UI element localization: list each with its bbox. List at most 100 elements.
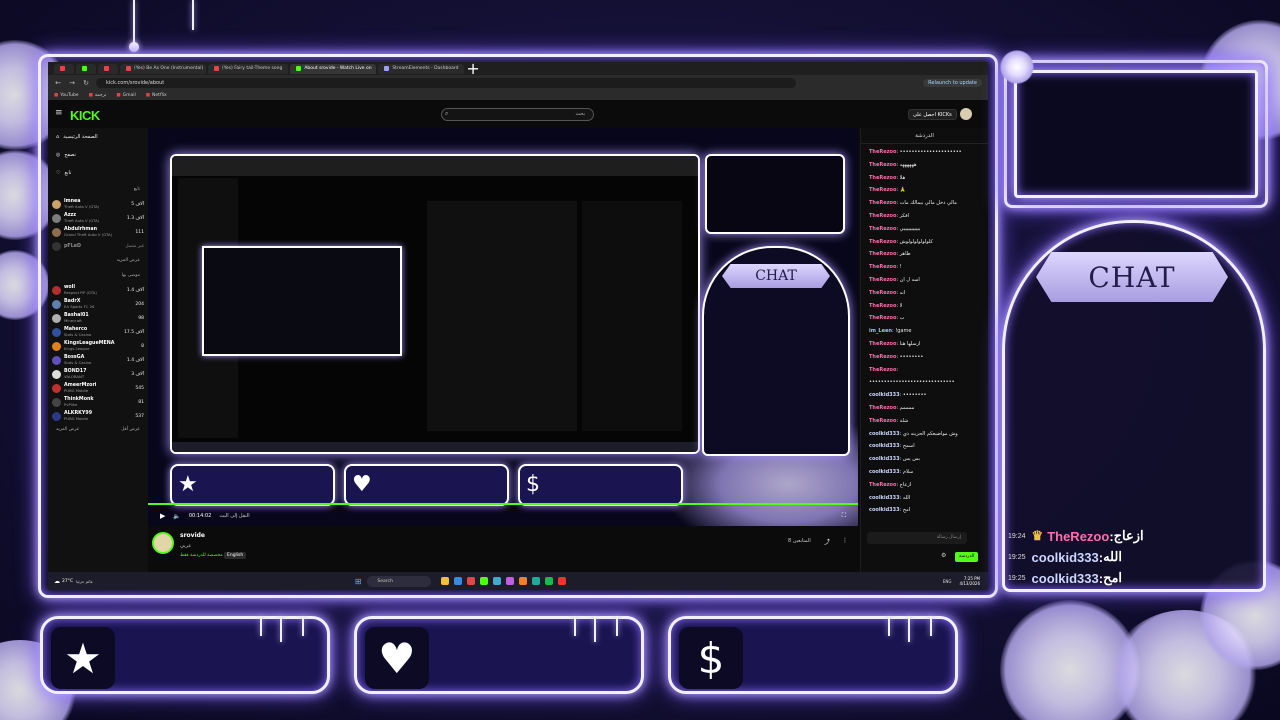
chat-username[interactable]: TheRezoo [869,418,896,424]
bookmark-item[interactable]: ■ YouTube [54,93,79,98]
start-icon[interactable]: ⊞ [355,577,362,586]
back-icon[interactable]: ← [54,79,62,87]
chat-username[interactable]: im_Leen [869,328,892,334]
chat-username[interactable]: TheRezoo [869,341,896,347]
channel-item[interactable]: BOND17 VALORANT 3 آلاف [48,367,148,381]
browser-tab[interactable] [98,63,118,74]
forward-icon[interactable]: → [68,79,76,87]
channel-item[interactable]: lmnea Theft Auto V (GTA) 5 آلاف [48,197,148,211]
taskbar-app-icon[interactable] [467,577,476,585]
taskbar-app-icon[interactable] [558,577,567,585]
chat-username[interactable]: TheRezoo [869,213,896,219]
lang-indicator[interactable]: ENG [943,579,952,584]
user-avatar[interactable] [960,108,972,120]
chat-username[interactable]: TheRezoo [869,303,896,309]
progress-bar[interactable] [148,503,858,505]
channel-item[interactable]: Azzz Theft Auto V (GTA) 1.3 آلاف [48,211,148,225]
chat-username[interactable]: TheRezoo [869,405,896,411]
relaunch-button[interactable]: Relaunch to update [923,78,982,87]
search-input[interactable]: بحث [441,108,594,121]
chat-username[interactable]: TheRezoo [869,354,896,360]
show-more-link[interactable]: عرض المزيد [48,253,148,268]
reload-icon[interactable]: ↻ [82,79,90,87]
settings-icon[interactable]: ⚙ [941,552,946,559]
bookmark-item[interactable]: ■ Netflix [146,93,167,98]
taskbar-app-icon[interactable] [532,577,541,585]
sidebar-item[interactable]: تصفح ◎ [48,146,148,164]
fullscreen-icon[interactable]: ⛶ [842,512,846,520]
chat-username[interactable]: TheRezoo [869,149,896,155]
video-player[interactable]: CHAT ★ ♥ $ [148,128,858,526]
sidebar-item[interactable]: الصفحة الرئيسية ⌂ [48,128,148,146]
channel-item[interactable]: BadrX EA Sports FC 26 204 [48,297,148,311]
taskbar-app-icon[interactable] [493,577,502,585]
streamer-name[interactable]: srovide [180,532,205,539]
chat-username[interactable]: coolkid333 [869,443,900,449]
browser-tab[interactable] [54,63,74,74]
chat-username[interactable]: TheRezoo [869,200,896,206]
channel-item[interactable]: Maherco Slots & Casino 17.5 آلاف [48,325,148,339]
channel-item[interactable]: woll Respect RP (GTA) 1.4 آلاف [48,283,148,297]
chat-username[interactable]: TheRezoo [869,277,896,283]
chat-username[interactable]: TheRezoo [869,175,896,181]
streamer-avatar[interactable] [152,532,174,554]
taskbar-app-icon[interactable] [441,577,450,585]
bookmark-item[interactable]: ■ ترجمة [89,93,107,98]
taskbar-app-icon[interactable] [519,577,528,585]
chat-username[interactable]: TheRezoo [869,290,896,296]
browser-tab[interactable]: (Yes) Fairy tail-Theme song [208,63,289,74]
language-badge: English [224,552,247,559]
menu-icon[interactable]: ≡ [55,108,63,118]
chat-username[interactable]: coolkid333 [869,495,900,501]
taskbar-app-icon[interactable] [545,577,554,585]
more-icon[interactable]: ⋮ [842,537,848,544]
get-kicks-button[interactable]: احصل على KICKs [908,109,957,120]
browser-tab[interactable]: About srovide - Watch Live on [290,63,377,74]
channel-item[interactable]: AmeerMzori PUBG Mobile 545 [48,381,148,395]
taskbar-app-icon[interactable] [454,577,463,585]
browser-tab[interactable]: StreamElements - Dashboard [378,63,465,74]
chat-username[interactable]: TheRezoo [869,187,896,193]
chat-username[interactable]: TheRezoo [869,367,896,373]
chat-username[interactable]: coolkid333 [869,431,900,437]
chat-text: !game [895,328,912,335]
chat-username[interactable]: coolkid333 [869,507,900,513]
chat-username[interactable]: TheRezoo [869,482,896,488]
channel-item[interactable]: ALKRKY99 PUBG Mobile 537 [48,409,148,423]
chat-username[interactable]: TheRezoo [869,162,896,168]
volume-icon[interactable]: 🔈 [173,513,180,520]
offline-channel[interactable]: pFLeD غير متصل [48,239,148,253]
bookmark-icon: ■ [54,92,59,98]
chat-username[interactable]: coolkid333 [869,456,900,462]
share-icon[interactable]: ⤴ [824,537,830,546]
nested-donation-alert: $ [518,464,683,506]
chat-username[interactable]: coolkid333 [869,392,900,398]
browser-tab[interactable]: (Yes) Be As One (Instrumental) [120,63,206,74]
chat-username[interactable]: TheRezoo [869,264,896,270]
chat-send-button[interactable]: الدردشة [955,552,979,562]
channel-item[interactable]: KingsLeagueMENA Kings League 8 [48,339,148,353]
category-link[interactable]: مخصصة للدردشة فقط [180,553,223,558]
chat-username[interactable]: TheRezoo [869,226,896,232]
chat-username[interactable]: TheRezoo [869,239,896,245]
show-less-link[interactable]: عرض أقل [121,423,140,436]
channel-item[interactable]: Bashal01 Minecraft 98 [48,311,148,325]
taskbar-search[interactable]: Search [367,575,432,587]
channel-item[interactable]: BossGA Slots & Casino 1.4 آلاف [48,353,148,367]
play-icon[interactable]: ▶ [160,512,165,520]
sidebar-item[interactable]: تابع ♡ [48,164,148,182]
url-input[interactable]: kick.com/srovide/about [96,77,796,88]
channel-item[interactable]: Abdulrhman Grand Theft Auto V (GTA) 111 [48,225,148,239]
show-more-link[interactable]: عرض المزيد [56,423,79,436]
channel-item[interactable]: ThinkMonk PvPlike 81 [48,395,148,409]
chat-username[interactable]: TheRezoo [869,315,896,321]
clock-date[interactable]: 4/13/2026 [959,581,980,586]
chat-username[interactable]: TheRezoo [869,251,896,257]
chat-input[interactable]: إرسال رسالة [867,532,967,544]
kick-logo[interactable]: KICK [70,108,100,123]
taskbar-app-icon[interactable] [506,577,515,585]
taskbar-app-icon[interactable] [480,577,489,585]
chat-username[interactable]: coolkid333 [869,469,900,475]
browser-tab[interactable] [76,63,96,74]
bookmark-item[interactable]: ■ Gmail [116,93,135,98]
